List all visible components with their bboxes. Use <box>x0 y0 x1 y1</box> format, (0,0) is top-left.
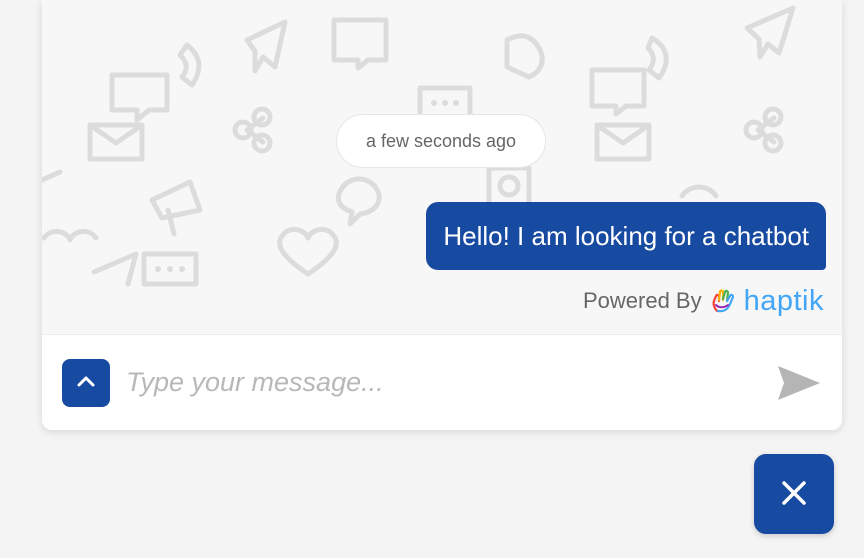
chevron-up-icon <box>74 370 98 397</box>
close-chat-button[interactable] <box>754 454 834 534</box>
haptik-logo-text[interactable]: haptik <box>744 286 824 316</box>
powered-by-label: Powered By <box>582 288 702 313</box>
send-button[interactable] <box>776 363 822 403</box>
haptik-hand-icon <box>710 288 736 314</box>
chat-window: a few seconds ago Hello! I am looking fo… <box>42 0 842 430</box>
message-composer <box>42 334 842 430</box>
chatbot-widget: a few seconds ago Hello! I am looking fo… <box>0 0 864 558</box>
send-icon <box>776 366 822 406</box>
message-input[interactable] <box>126 357 736 407</box>
user-message-bubble: Hello! I am looking for a chatbot <box>426 202 826 270</box>
powered-by: Powered By haptik <box>583 286 824 316</box>
message-timestamp: a few seconds ago <box>336 114 546 168</box>
expand-menu-button[interactable] <box>62 359 110 407</box>
close-icon <box>777 476 811 513</box>
